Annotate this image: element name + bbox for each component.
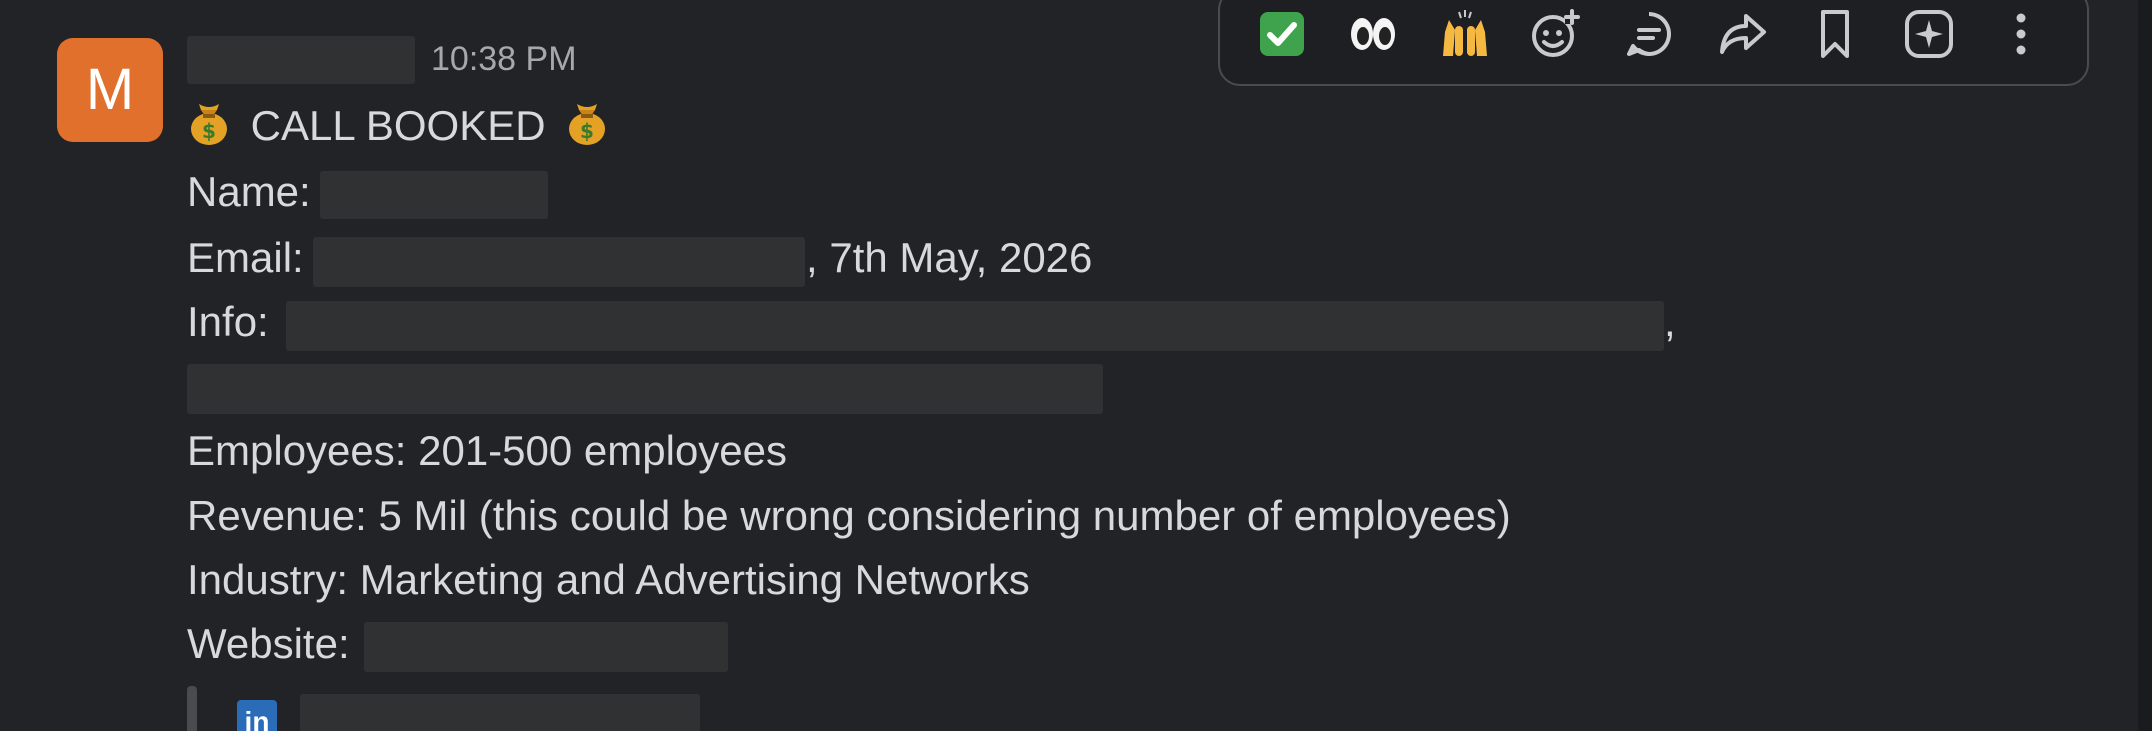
share-forward-button[interactable]	[1710, 2, 1774, 66]
svg-text:$: $	[580, 119, 594, 143]
website-line: Website:	[187, 616, 350, 672]
bookmark-icon	[1821, 10, 1849, 58]
info-value-redacted	[286, 301, 1664, 351]
bookmark-button[interactable]	[1803, 2, 1867, 66]
email-date-text: , 7th May, 2026	[806, 234, 1093, 281]
message-title: CALL BOOKED	[250, 102, 546, 149]
ai-sparkle-button[interactable]	[1897, 2, 1961, 66]
email-value-redacted[interactable]	[313, 237, 805, 287]
info-label: Info:	[187, 298, 269, 345]
more-actions-button[interactable]	[1989, 2, 2053, 66]
raised-hands-icon	[1443, 10, 1487, 56]
scroll-edge	[2138, 0, 2152, 731]
raised-hands-emoji-button[interactable]	[1433, 2, 1497, 66]
more-actions-icon	[2016, 13, 2026, 55]
message-actions-toolbar	[1218, 0, 2089, 86]
message-title-line: $ CALL BOOKED $	[187, 98, 609, 154]
reply-in-thread-icon	[1627, 12, 1671, 56]
reply-in-thread-button[interactable]	[1617, 2, 1681, 66]
attachment-title-redacted[interactable]	[300, 694, 700, 731]
add-reaction-icon	[1532, 9, 1580, 57]
message-timestamp[interactable]: 10:38 PM	[431, 40, 577, 79]
email-date: , 7th May, 2026	[806, 230, 1092, 286]
ai-sparkle-icon	[1905, 10, 1953, 58]
info-comma-text: ,	[1664, 298, 1676, 345]
eyes-emoji-button[interactable]	[1341, 2, 1405, 66]
share-forward-icon	[1720, 14, 1766, 54]
money-bag-icon: $	[565, 98, 609, 146]
name-line: Name:	[187, 164, 311, 220]
attachment-bar	[187, 686, 197, 731]
employees-line: Employees: 201-500 employees	[187, 427, 788, 474]
name-label: Name:	[187, 168, 311, 215]
linkedin-icon: in	[237, 700, 277, 731]
email-label: Email:	[187, 234, 304, 281]
info-comma: ,	[1664, 294, 1676, 350]
message-view: M 10:38 PM $ CALL BOOKED $ Name: Email: …	[0, 0, 2152, 731]
add-reaction-button[interactable]	[1523, 2, 1587, 66]
info-value-redacted-line2	[187, 364, 1103, 414]
sender-name-redacted[interactable]	[187, 36, 415, 84]
money-bag-icon: $	[187, 98, 231, 146]
check-mark-icon	[1260, 12, 1304, 56]
check-mark-emoji-button[interactable]	[1250, 2, 1314, 66]
website-value-redacted[interactable]	[364, 622, 728, 672]
avatar[interactable]: M	[57, 38, 163, 142]
svg-text:$: $	[202, 119, 216, 143]
eyes-icon	[1351, 18, 1395, 50]
industry-line: Industry: Marketing and Advertising Netw…	[187, 556, 1030, 603]
website-label: Website:	[187, 620, 350, 667]
revenue-line: Revenue: 5 Mil (this could be wrong cons…	[187, 492, 1511, 539]
name-value-redacted	[320, 171, 548, 219]
info-line: Info:	[187, 294, 269, 350]
email-line: Email:	[187, 230, 304, 286]
